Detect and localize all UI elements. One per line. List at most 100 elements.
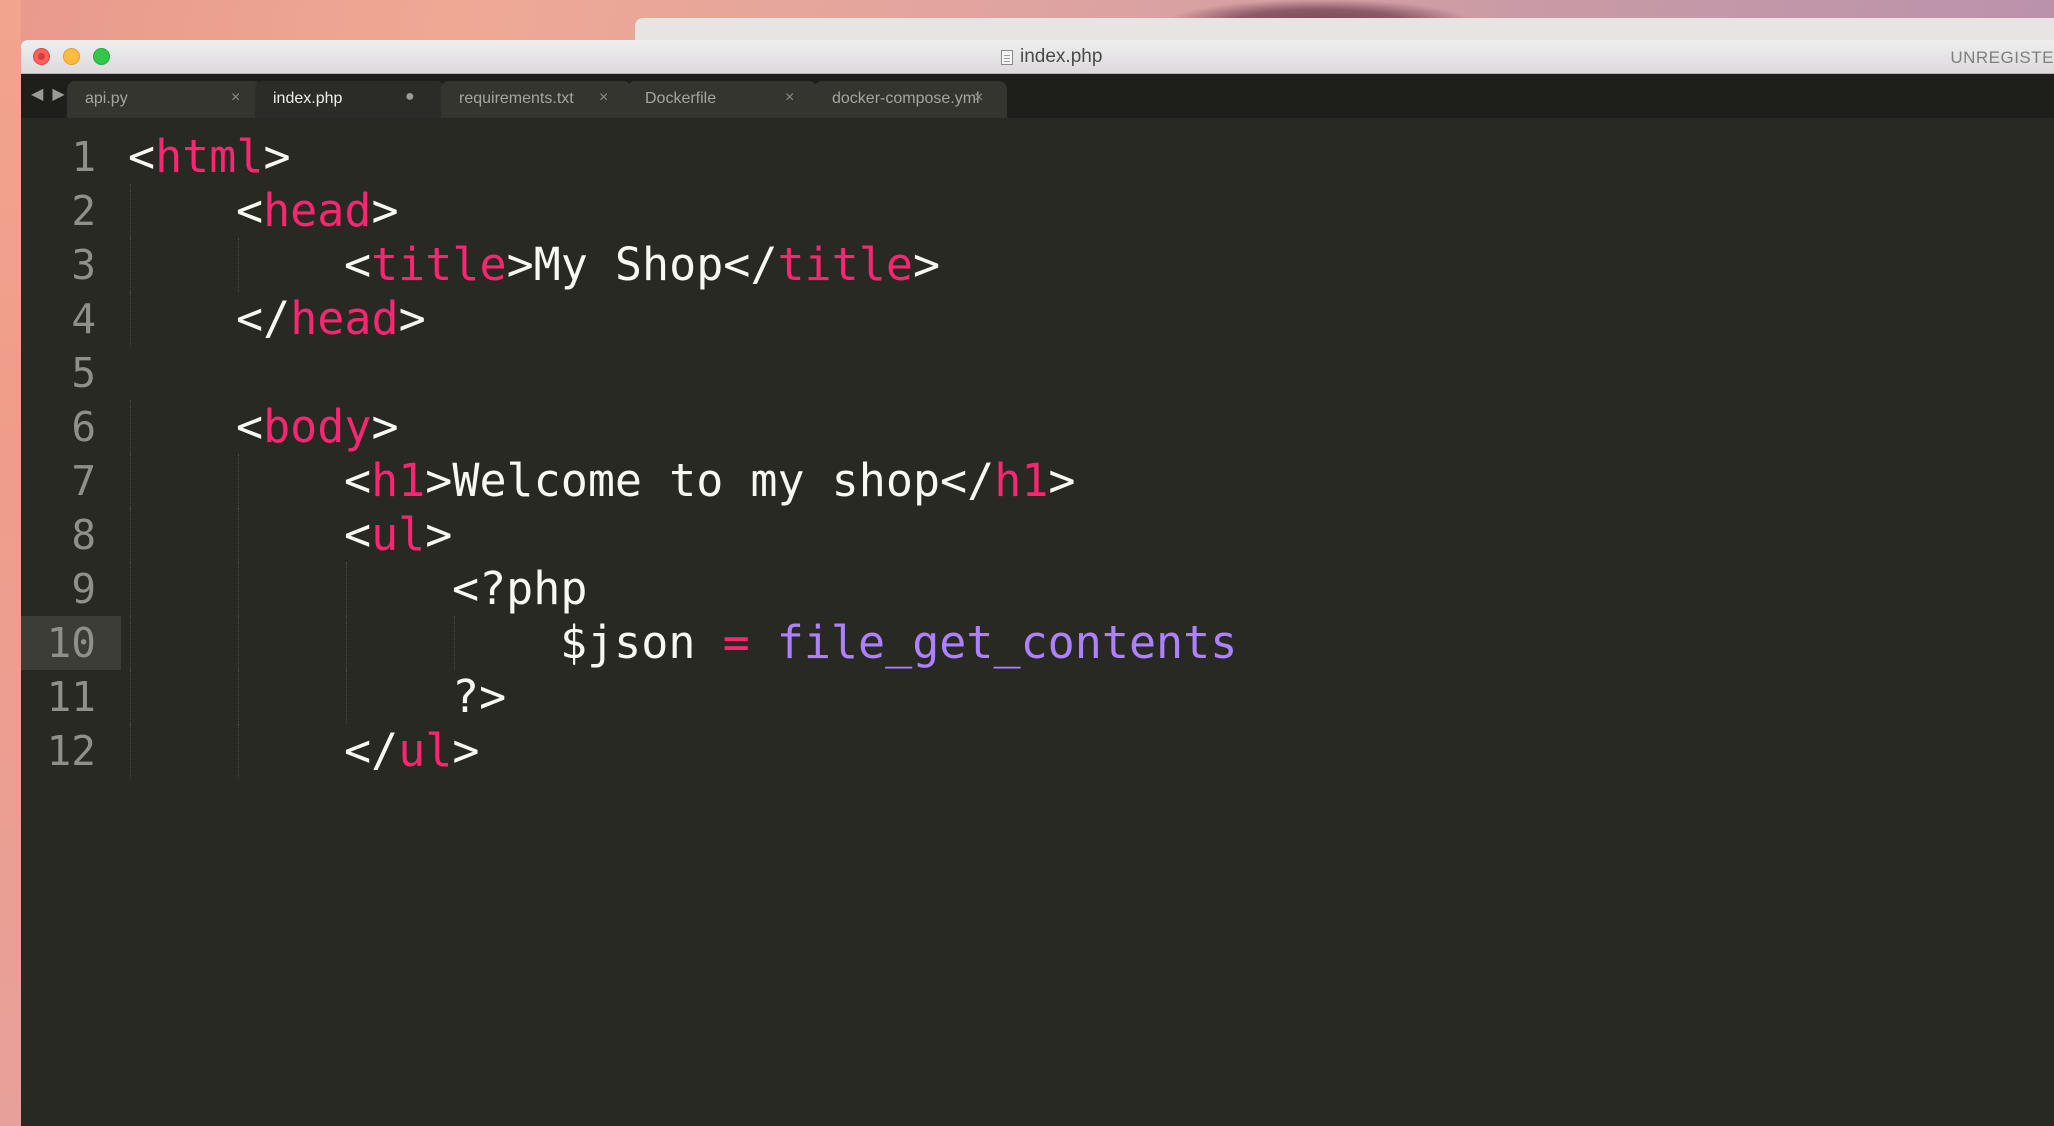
tab-close-icon[interactable]: × (785, 89, 794, 107)
tag-token: head (263, 184, 372, 237)
code-line[interactable]: 2 <head> (21, 184, 2054, 238)
text-token: < (236, 184, 264, 237)
tab-close-icon[interactable]: × (599, 89, 608, 107)
tab-navigation: ◀ ▶ (31, 84, 65, 104)
tab-api-py[interactable]: api.py × (67, 81, 262, 118)
tab-bar: ◀ ▶ api.py × index.php ● requirements.tx… (21, 74, 2054, 118)
tab-docker-compose-yml[interactable]: docker-compose.yml × (814, 81, 1007, 118)
unregistered-label: UNREGISTE (1950, 48, 2054, 67)
indent-guide (130, 724, 132, 778)
tag-token: ul (398, 724, 453, 777)
code-line[interactable]: 7 <h1>Welcome to my shop</h1> (21, 454, 2054, 508)
zoom-window-button[interactable] (93, 48, 110, 65)
code-text[interactable]: $json = file_get_contents (560, 616, 1237, 670)
code-text[interactable]: <title>My Shop</title> (344, 238, 940, 292)
text-token: < (344, 454, 372, 507)
tag-token: html (155, 130, 264, 183)
indent-guide (130, 508, 132, 562)
text-token: > (1048, 454, 1076, 507)
tag-token: h1 (994, 454, 1049, 507)
indent-guide (346, 562, 348, 616)
indent-guide (130, 400, 132, 454)
indent-guide (238, 616, 240, 670)
code-text[interactable]: ?> (452, 670, 506, 724)
title-bar[interactable]: index.php UNREGISTE (21, 40, 2054, 74)
text-token: <?php (452, 562, 588, 615)
line-number: 3 (71, 241, 96, 289)
code-line[interactable]: 11 ?> (21, 670, 2054, 724)
text-token: > (912, 238, 941, 291)
tab-label: index.php (273, 90, 343, 107)
text-token: > (263, 130, 291, 183)
minimize-window-button[interactable] (63, 48, 80, 65)
document-icon (1001, 49, 1013, 65)
tab-requirements-txt[interactable]: requirements.txt × (441, 81, 631, 118)
indent-guide (130, 454, 132, 508)
tab-label: requirements.txt (459, 90, 574, 107)
code-text[interactable]: <head> (236, 184, 399, 238)
indent-guide (454, 616, 456, 670)
indent-guide (130, 562, 132, 616)
window-title-text: index.php (1020, 46, 1103, 67)
unsaved-changes-dot-icon[interactable]: ● (405, 88, 415, 106)
code-line[interactable]: 5 (21, 346, 2054, 400)
function-token: file_get_contents (776, 616, 1238, 669)
code-editor[interactable]: 1 <html> 2 <head> 3 <title>My Shop</title> 4 </… (21, 118, 2054, 1126)
indent-guide (238, 562, 240, 616)
tab-forward-arrow-icon[interactable]: ▶ (52, 84, 64, 104)
code-text[interactable]: <body> (236, 400, 399, 454)
tab-label: api.py (85, 90, 128, 107)
text-token: < (128, 130, 156, 183)
line-number: 9 (71, 565, 96, 613)
line-number: 11 (46, 673, 96, 721)
tag-token: body (263, 400, 372, 453)
line-number: 12 (46, 727, 96, 775)
close-window-button[interactable] (33, 48, 50, 65)
indent-guide (346, 616, 348, 670)
text-token: < (344, 238, 372, 291)
code-text[interactable]: <h1>Welcome to my shop</h1> (344, 454, 1076, 508)
code-line[interactable]: 12 </ul> (21, 724, 2054, 778)
line-number: 5 (71, 349, 96, 397)
text-token: >My Shop</ (506, 238, 778, 291)
tab-label: docker-compose.yml (832, 90, 980, 107)
text-token: >Welcome to my shop</ (425, 454, 995, 507)
indent-guide (238, 724, 240, 778)
indent-guide (238, 670, 240, 724)
text-token: </ (344, 724, 399, 777)
indent-guide (130, 670, 132, 724)
code-line[interactable]: 10 $json = file_get_contents (21, 616, 2054, 670)
code-line[interactable]: 8 <ul> (21, 508, 2054, 562)
text-token: $json (560, 616, 723, 669)
editor-window: index.php UNREGISTE ◀ ▶ api.py × index.p… (21, 40, 2054, 1126)
tab-back-arrow-icon[interactable]: ◀ (31, 84, 43, 104)
code-text[interactable]: <html> (128, 130, 291, 184)
indent-guide (238, 454, 240, 508)
code-text[interactable]: </head> (236, 292, 426, 346)
indent-guide (238, 508, 240, 562)
code-line[interactable]: 1 <html> (21, 130, 2054, 184)
tab-close-icon[interactable]: × (231, 89, 240, 107)
desktop-background (0, 0, 21, 1126)
tag-token: title (777, 238, 913, 291)
text-token: > (452, 724, 480, 777)
tab-index-php[interactable]: index.php ● (255, 81, 445, 118)
code-line[interactable]: 3 <title>My Shop</title> (21, 238, 2054, 292)
line-number: 10 (46, 619, 96, 667)
text-token: </ (236, 292, 291, 345)
tag-token: title (371, 238, 507, 291)
code-text[interactable]: <ul> (344, 508, 452, 562)
code-text[interactable]: <?php (452, 562, 587, 616)
tab-close-icon[interactable]: × (974, 89, 983, 107)
indent-guide (238, 238, 240, 292)
tab-dockerfile[interactable]: Dockerfile × (627, 81, 817, 118)
code-line[interactable]: 4 </head> (21, 292, 2054, 346)
indent-guide (346, 670, 348, 724)
code-text[interactable]: </ul> (344, 724, 479, 778)
code-line[interactable]: 6 <body> (21, 400, 2054, 454)
line-number: 7 (71, 457, 96, 505)
tag-token: head (290, 292, 399, 345)
code-line[interactable]: 9 <?php (21, 562, 2054, 616)
line-number: 4 (71, 295, 96, 343)
